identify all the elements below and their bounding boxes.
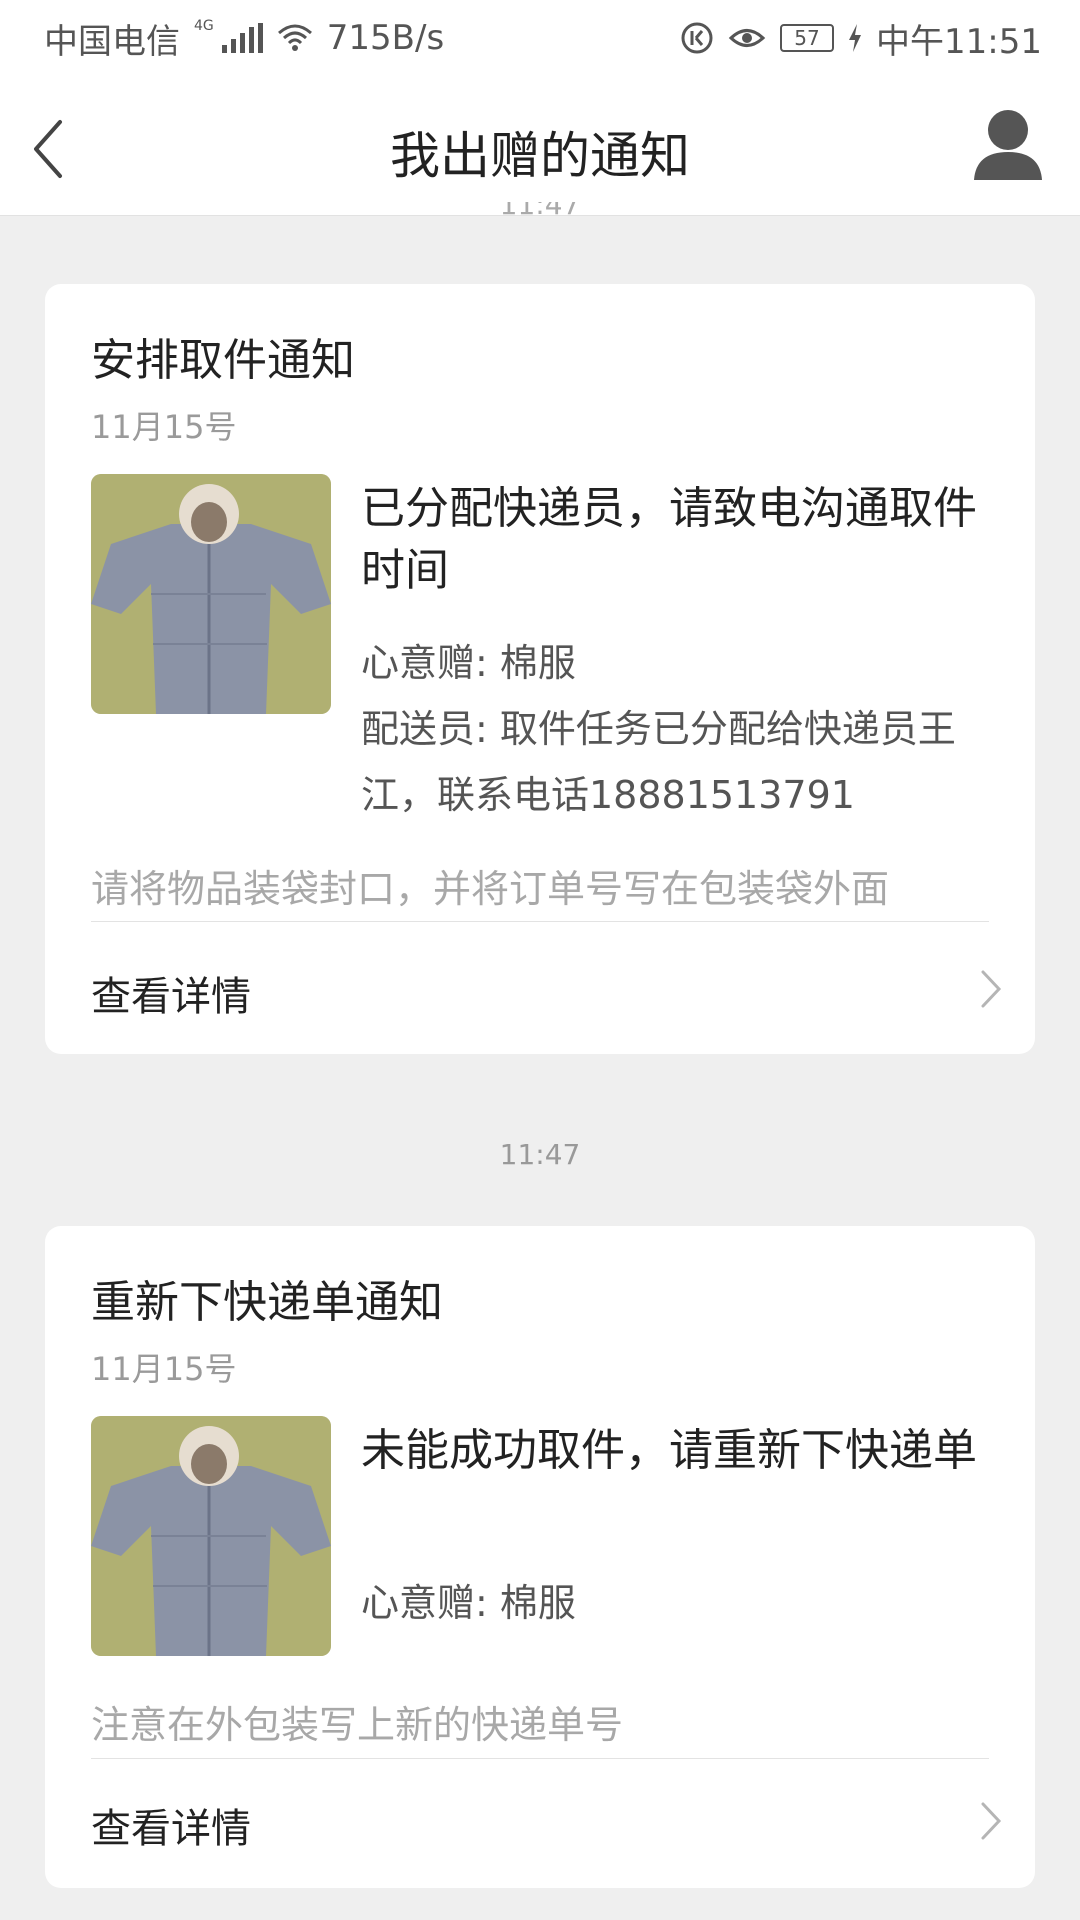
- card-date: 11月15号: [91, 408, 237, 446]
- profile-button[interactable]: [972, 106, 1044, 184]
- view-details-link[interactable]: 查看详情: [91, 1788, 1005, 1858]
- notification-note: 请将物品装袋封口，并将订单号写在包装袋外面: [91, 867, 890, 911]
- card-date: 11月15号: [91, 1350, 237, 1388]
- jacket-image: [91, 474, 331, 714]
- chevron-right-icon: [981, 1802, 1002, 1840]
- battery-level: 57: [794, 26, 820, 50]
- status-left: 中国电信 4G 715B/s: [44, 14, 444, 63]
- gift-line: 心意赠: 棉服: [361, 641, 576, 685]
- status-right: 57 中午11:51: [680, 14, 1042, 63]
- view-details-label: 查看详情: [91, 1806, 251, 1852]
- card-title: 安排取件通知: [91, 335, 355, 386]
- courier-line: 配送员: 取件任务已分配给快递员王江，联系电话18881513791: [361, 707, 956, 817]
- peek-time-text: 11:47: [499, 202, 581, 221]
- notification-message: 已分配快递员，请致电沟通取件时间: [361, 483, 977, 596]
- user-icon: [974, 110, 1042, 180]
- divider: [91, 1758, 989, 1759]
- eye-comfort-icon: [728, 29, 766, 47]
- view-details-label: 查看详情: [91, 974, 251, 1020]
- item-thumbnail[interactable]: [91, 474, 331, 714]
- notification-card: 重新下快递单通知 11月15号 未能成功取件，请重新下快递单 心意赠: 棉服 注…: [45, 1226, 1035, 1888]
- chevron-right-icon: [981, 970, 1002, 1008]
- jacket-image: [91, 1416, 331, 1656]
- network-speed: 715B/s: [326, 18, 445, 58]
- peek-time-label: 11:47: [0, 202, 1080, 224]
- network-type-label: 4G: [194, 18, 214, 34]
- view-details-link[interactable]: 查看详情: [91, 956, 1005, 1026]
- page-title: 我出赠的通知: [390, 127, 690, 185]
- notification-card: 安排取件通知 11月15号 已分配快递员，请致电沟通取件时间 心意赠: 棉服 配…: [45, 284, 1035, 1054]
- signal-icon: [221, 23, 263, 53]
- nav-bar: 我出赠的通知: [0, 76, 1080, 216]
- notification-message: 未能成功取件，请重新下快递单: [361, 1425, 977, 1476]
- wifi-icon: [277, 24, 312, 51]
- notification-note: 注意在外包装写上新的快递单号: [91, 1703, 624, 1747]
- status-bar: 中国电信 4G 715B/s 57 中午11:51: [0, 0, 1080, 76]
- battery-icon: 57: [780, 24, 835, 52]
- gift-line: 心意赠: 棉服: [361, 1581, 576, 1625]
- clock: 中午11:51: [876, 21, 1042, 62]
- time-label: 11:47: [499, 1138, 581, 1171]
- data-saver-icon: [681, 22, 713, 54]
- divider: [91, 921, 989, 922]
- carrier-name: 中国电信: [44, 21, 180, 62]
- item-thumbnail[interactable]: [91, 1416, 331, 1656]
- card-title: 重新下快递单通知: [91, 1277, 443, 1328]
- charging-icon: [849, 24, 862, 52]
